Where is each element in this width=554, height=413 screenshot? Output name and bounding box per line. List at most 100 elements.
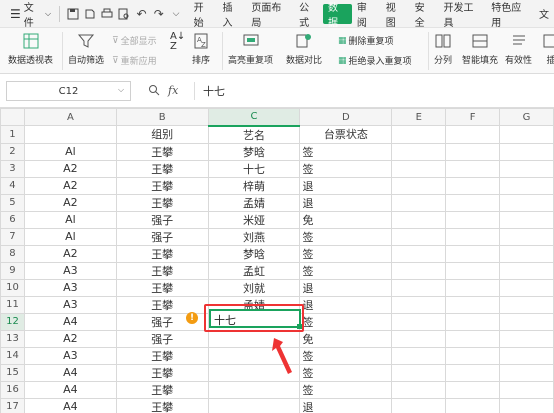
cell-d[interactable]: 退 bbox=[299, 397, 393, 413]
cell-e[interactable] bbox=[391, 363, 447, 382]
cell-b[interactable]: 王攀 bbox=[115, 159, 209, 178]
sort-button[interactable]: AZ 排序 bbox=[192, 32, 210, 66]
tab-special[interactable]: 特色应用 bbox=[486, 3, 534, 29]
cell-b[interactable]: 王攀 bbox=[115, 261, 209, 280]
cell-d[interactable]: 退 bbox=[299, 295, 393, 314]
file-menu-button[interactable]: ☰ 文件 ⌵ bbox=[6, 3, 55, 29]
cell-a[interactable]: Al bbox=[23, 210, 117, 229]
cell-c[interactable]: 十七 bbox=[207, 159, 301, 178]
cell-g[interactable] bbox=[499, 295, 554, 314]
split-column-button[interactable]: 分列 bbox=[434, 32, 452, 66]
cell-a[interactable]: A2 bbox=[23, 244, 117, 263]
column-header-e[interactable]: E bbox=[391, 108, 447, 126]
show-all-button[interactable]: ⊽ 全部显示 bbox=[112, 34, 157, 48]
cell-c[interactable]: 刘燕 bbox=[207, 227, 301, 246]
cell-f[interactable] bbox=[445, 193, 501, 212]
tab-review[interactable]: 审阅 bbox=[352, 3, 381, 29]
cell-c[interactable]: 孟虹 bbox=[207, 261, 301, 280]
cell-c[interactable]: 梦晗 bbox=[207, 142, 301, 161]
print-icon[interactable] bbox=[98, 5, 115, 23]
cell-a[interactable] bbox=[23, 125, 117, 144]
formula-input[interactable]: 十七 bbox=[194, 82, 554, 100]
cell-g[interactable] bbox=[499, 329, 554, 348]
cell-g[interactable] bbox=[499, 227, 554, 246]
cell-c[interactable]: 梓萌 bbox=[207, 176, 301, 195]
cell-b[interactable]: 组别 bbox=[115, 125, 209, 144]
cell-b[interactable]: 王攀 bbox=[115, 295, 209, 314]
cell-f[interactable] bbox=[445, 278, 501, 297]
cell-d[interactable]: 签 bbox=[299, 244, 393, 263]
cell-b[interactable]: 强子 bbox=[115, 329, 209, 348]
cell-a[interactable]: A2 bbox=[23, 176, 117, 195]
tab-view[interactable]: 视图 bbox=[381, 3, 410, 29]
cell-d[interactable]: 免 bbox=[299, 210, 393, 229]
cell-e[interactable] bbox=[391, 346, 447, 365]
undo-icon[interactable]: ↶ bbox=[133, 5, 150, 23]
row-header[interactable]: 7 bbox=[0, 227, 25, 246]
row-header[interactable]: 4 bbox=[0, 176, 25, 195]
cell-b[interactable]: 强子 bbox=[115, 227, 209, 246]
cell-a[interactable]: A4 bbox=[23, 363, 117, 382]
cell-f[interactable] bbox=[445, 329, 501, 348]
cell-e[interactable] bbox=[391, 312, 447, 331]
save-icon[interactable] bbox=[64, 5, 81, 23]
tab-doc[interactable]: 文 bbox=[534, 4, 554, 24]
cell-e[interactable] bbox=[391, 227, 447, 246]
tab-insert[interactable]: 插入 bbox=[218, 3, 247, 29]
row-header[interactable]: 9 bbox=[0, 261, 25, 280]
cell-c[interactable]: 孟婧 bbox=[207, 193, 301, 212]
customize-icon[interactable]: ⌵ bbox=[167, 5, 184, 23]
cell-e[interactable] bbox=[391, 193, 447, 212]
cell-d[interactable]: 免 bbox=[299, 329, 393, 348]
cell-d[interactable]: 签 bbox=[299, 363, 393, 382]
row-header[interactable]: 3 bbox=[0, 159, 25, 178]
cell-e[interactable] bbox=[391, 142, 447, 161]
cell-g[interactable] bbox=[499, 244, 554, 263]
cell-d[interactable]: 签 bbox=[299, 312, 393, 331]
cell-d[interactable]: 签 bbox=[299, 159, 393, 178]
cell-f[interactable] bbox=[445, 397, 501, 413]
cell-c[interactable] bbox=[207, 380, 301, 399]
cell-a[interactable]: A4 bbox=[23, 312, 117, 331]
row-header[interactable]: 11 bbox=[0, 295, 25, 314]
column-header-b[interactable]: B bbox=[115, 108, 209, 126]
cell-g[interactable] bbox=[499, 159, 554, 178]
cell-d[interactable]: 签 bbox=[299, 142, 393, 161]
cell-f[interactable] bbox=[445, 312, 501, 331]
cell-e[interactable] bbox=[391, 176, 447, 195]
cell-e[interactable] bbox=[391, 244, 447, 263]
row-header[interactable]: 13 bbox=[0, 329, 25, 348]
cell-a[interactable]: A2 bbox=[23, 159, 117, 178]
cell-g[interactable] bbox=[499, 312, 554, 331]
cell-c[interactable]: 艺名 bbox=[207, 125, 301, 144]
row-header[interactable]: 14 bbox=[0, 346, 25, 365]
cell-b[interactable]: 王攀 bbox=[115, 380, 209, 399]
cell-b[interactable]: 王攀 bbox=[115, 193, 209, 212]
column-header-a[interactable]: A bbox=[23, 108, 117, 126]
autofilter-button[interactable]: 自动筛选 bbox=[68, 32, 104, 66]
row-header[interactable]: 17 bbox=[0, 397, 25, 413]
cell-f[interactable] bbox=[445, 295, 501, 314]
cell-a[interactable]: A2 bbox=[23, 329, 117, 348]
cell-d[interactable]: 签 bbox=[299, 346, 393, 365]
cell-b[interactable]: 王攀 bbox=[115, 142, 209, 161]
cell-a[interactable]: A4 bbox=[23, 397, 117, 413]
reapply-button[interactable]: ⊽ 重新应用 bbox=[112, 54, 157, 68]
select-all-corner[interactable] bbox=[0, 108, 25, 126]
cell-d[interactable]: 台票状态 bbox=[299, 125, 393, 144]
cell-f[interactable] bbox=[445, 159, 501, 178]
cell-a[interactable]: A4 bbox=[23, 380, 117, 399]
cell-b[interactable]: 强子 bbox=[115, 210, 209, 229]
cell-g[interactable] bbox=[499, 278, 554, 297]
smart-fill-button[interactable]: 智能填充 bbox=[462, 32, 498, 66]
row-header[interactable]: 1 bbox=[0, 125, 25, 144]
column-header-c[interactable]: C bbox=[207, 108, 301, 127]
cell-b[interactable]: 王攀 bbox=[115, 176, 209, 195]
redo-icon[interactable]: ↷ bbox=[150, 5, 167, 23]
cell-g[interactable] bbox=[499, 176, 554, 195]
cell-f[interactable] bbox=[445, 380, 501, 399]
cell-g[interactable] bbox=[499, 210, 554, 229]
tab-home[interactable]: 开始 bbox=[189, 3, 218, 29]
cell-g[interactable] bbox=[499, 397, 554, 413]
cell-d[interactable]: 退 bbox=[299, 193, 393, 212]
